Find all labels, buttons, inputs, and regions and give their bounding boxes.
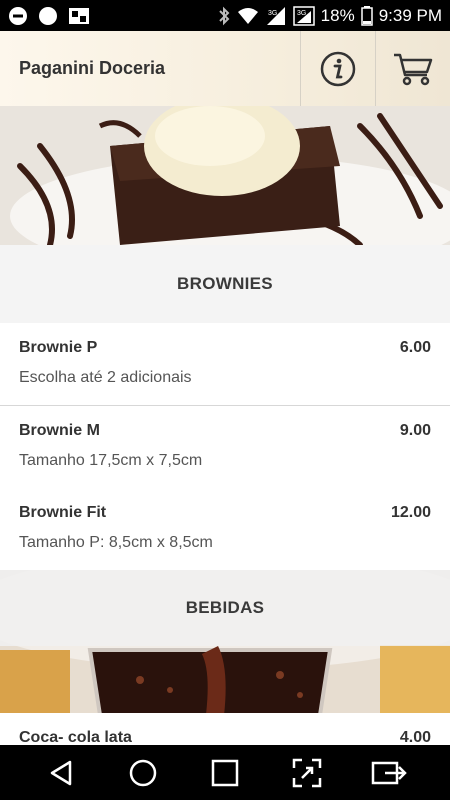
item-name: Brownie P <box>19 339 98 356</box>
app-header: Paganini Doceria <box>0 31 450 106</box>
menu-item-brownie-m[interactable]: Brownie M 9.00 Tamanho 17,5cm x 7,5cm <box>0 406 450 489</box>
svg-text:3G: 3G <box>268 10 277 17</box>
recents-icon <box>211 759 239 786</box>
item-description: Tamanho 17,5cm x 7,5cm <box>19 452 203 469</box>
menu-item-brownie-fit[interactable]: Brownie Fit 12.00 Tamanho P: 8,5cm x 8,5… <box>0 488 450 571</box>
item-price: 12.00 <box>390 504 431 521</box>
home-button[interactable] <box>118 753 168 793</box>
do-not-disturb-icon <box>9 6 27 25</box>
signal-icon-2: 3G <box>292 5 315 26</box>
signal-icon-1: 3G <box>266 6 285 25</box>
circle-notification-icon <box>39 6 57 25</box>
back-button[interactable] <box>36 753 86 793</box>
menu-item-brownie-p[interactable]: Brownie P 6.00 Escolha até 2 adicionais <box>0 323 450 406</box>
section-header-brownies: BROWNIES <box>0 245 450 323</box>
status-right: 3G 3G 18% 9:39 PM <box>217 5 442 26</box>
home-icon <box>129 759 157 786</box>
photo-notification-icon <box>69 7 89 24</box>
item-price: 6.00 <box>399 339 431 356</box>
svg-text:3G: 3G <box>297 10 306 17</box>
wifi-icon <box>237 7 258 24</box>
expand-icon <box>292 758 322 787</box>
section-header-bebidas: BEBIDAS <box>0 570 450 646</box>
cart-button[interactable] <box>375 31 450 106</box>
hero-image <box>0 106 450 245</box>
battery-percent: 18% <box>320 5 355 25</box>
clock: 9:39 PM <box>378 5 442 25</box>
info-icon <box>320 51 356 86</box>
app-screen: 3G 3G 18% 9:39 PM Paganini Doceria BROWN… <box>0 0 450 800</box>
item-description: Escolha até 2 adicionais <box>19 369 192 386</box>
cast-button[interactable] <box>364 753 414 793</box>
item-name: Brownie Fit <box>19 504 107 521</box>
back-icon <box>50 760 72 785</box>
brownie-photo <box>0 106 450 245</box>
cart-icon <box>394 53 433 85</box>
recents-button[interactable] <box>200 753 250 793</box>
battery-icon <box>360 5 373 26</box>
item-name: Brownie M <box>19 422 100 439</box>
cast-icon <box>371 761 407 784</box>
info-button[interactable] <box>300 31 375 106</box>
status-left-icons <box>8 6 90 26</box>
bluetooth-icon <box>218 6 230 25</box>
screenshot-button[interactable] <box>282 753 332 793</box>
item-description: Tamanho P: 8,5cm x 8,5cm <box>19 534 213 551</box>
app-title: Paganini Doceria <box>19 58 166 78</box>
item-price: 9.00 <box>399 422 431 439</box>
status-bar: 3G 3G 18% 9:39 PM <box>0 0 450 31</box>
system-nav-bar <box>0 745 450 800</box>
